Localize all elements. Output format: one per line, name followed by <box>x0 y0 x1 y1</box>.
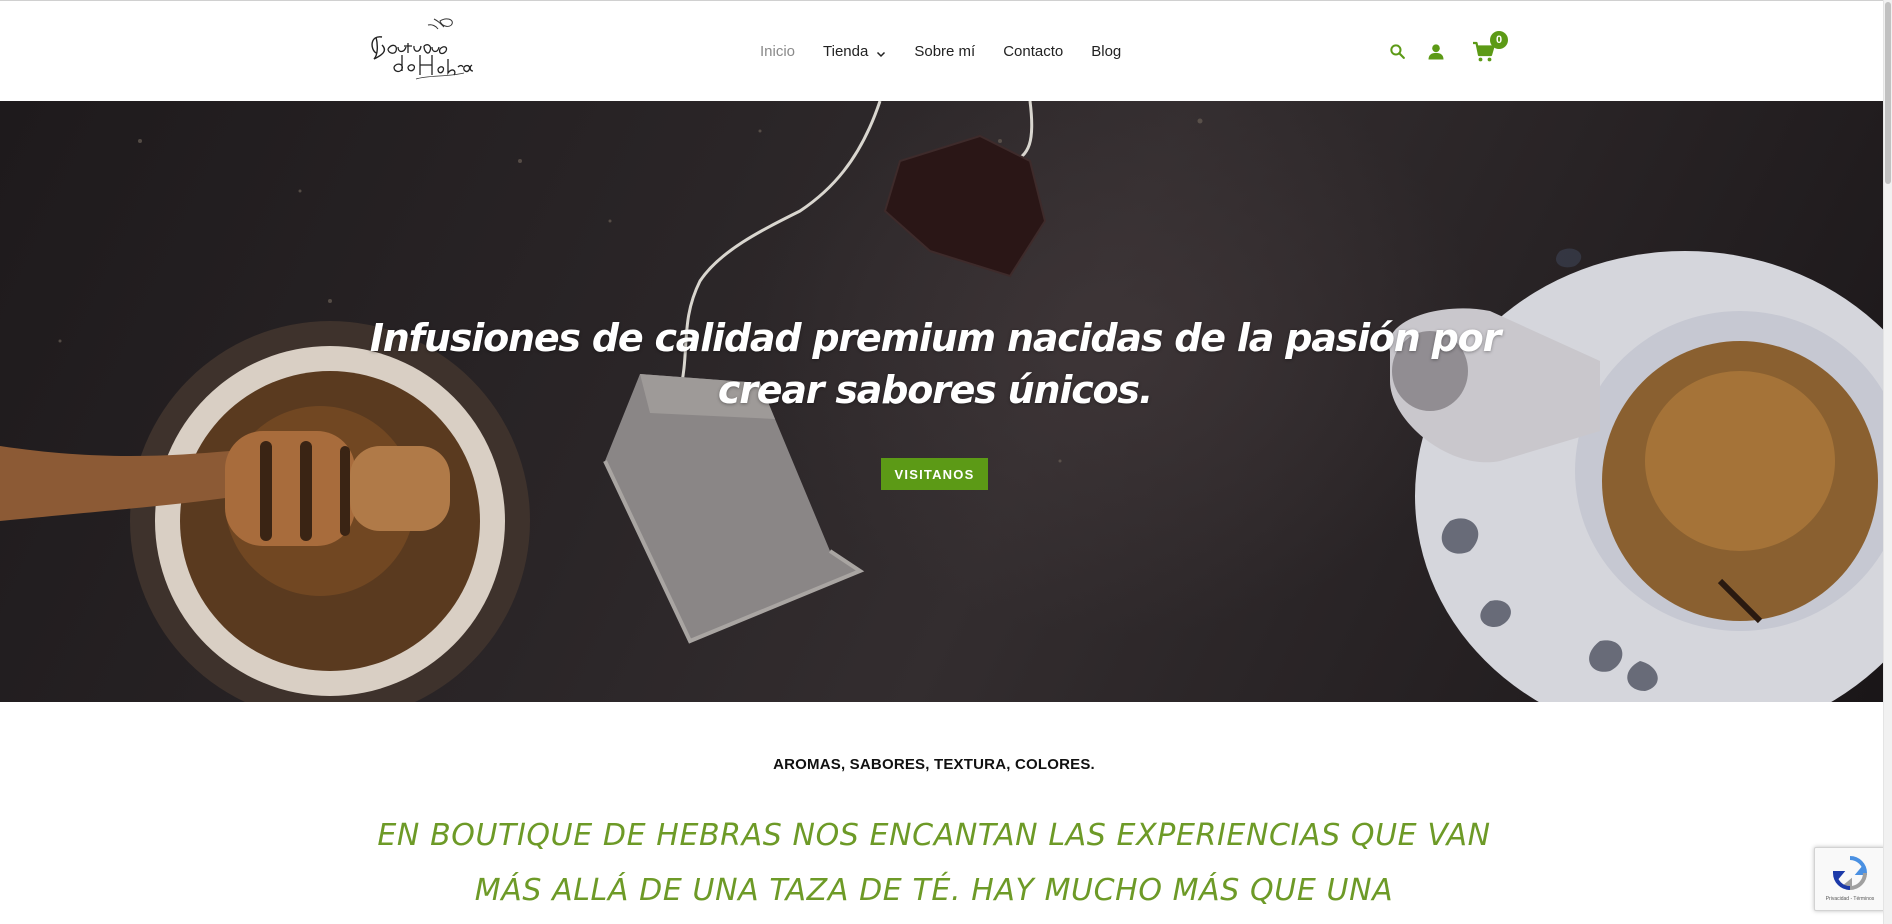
search-icon[interactable] <box>1386 40 1410 64</box>
site-logo[interactable] <box>368 15 476 89</box>
nav-item-sobre-mi[interactable]: Sobre mí <box>914 43 975 60</box>
site-header: Inicio Tienda Sobre mí Contacto Blog 0 <box>0 0 1883 101</box>
nav-item-inicio[interactable]: Inicio <box>760 43 795 60</box>
section-tagline: AROMAS, SABORES, TEXTURA, COLORES. <box>773 756 1095 773</box>
nav-item-contacto[interactable]: Contacto <box>1003 43 1063 60</box>
chevron-down-icon <box>876 46 886 58</box>
recaptcha-icon <box>1832 856 1868 891</box>
nav-label-inicio: Inicio <box>760 42 796 60</box>
hero-title: Infusiones de calidad premium nacidas de… <box>369 316 1501 412</box>
cart-icon[interactable]: 0 <box>1472 31 1508 64</box>
visitanos-button[interactable]: VISITANOS <box>881 458 988 490</box>
hero-banner: Infusiones de calidad premium nacidas de… <box>0 101 1884 702</box>
scrollbar-thumb[interactable] <box>1885 2 1891 184</box>
main-nav: Inicio Tienda Sobre mí Contacto Blog <box>760 39 1149 63</box>
recaptcha-footer: Privacidad - Términos <box>1825 896 1875 902</box>
nav-label-contacto: Contacto <box>1003 42 1064 60</box>
recaptcha-badge[interactable]: Privacidad - Términos <box>1814 847 1886 911</box>
page-scrollbar[interactable] <box>1883 0 1892 924</box>
header-icons: 0 <box>1386 31 1508 67</box>
cart-count-badge: 0 <box>1490 31 1508 49</box>
nav-label-sobre-mi: Sobre mí <box>914 42 976 60</box>
nav-label-tienda: Tienda <box>823 42 869 60</box>
nav-item-tienda[interactable]: Tienda <box>823 43 886 60</box>
user-icon[interactable] <box>1424 40 1448 64</box>
nav-item-blog[interactable]: Blog <box>1091 43 1121 60</box>
nav-label-blog: Blog <box>1091 42 1122 60</box>
section-intro: EN BOUTIQUE DE HEBRAS NOS ENCANTAN LAS E… <box>377 818 1491 908</box>
boutique-de-hebras-logo <box>371 18 474 80</box>
